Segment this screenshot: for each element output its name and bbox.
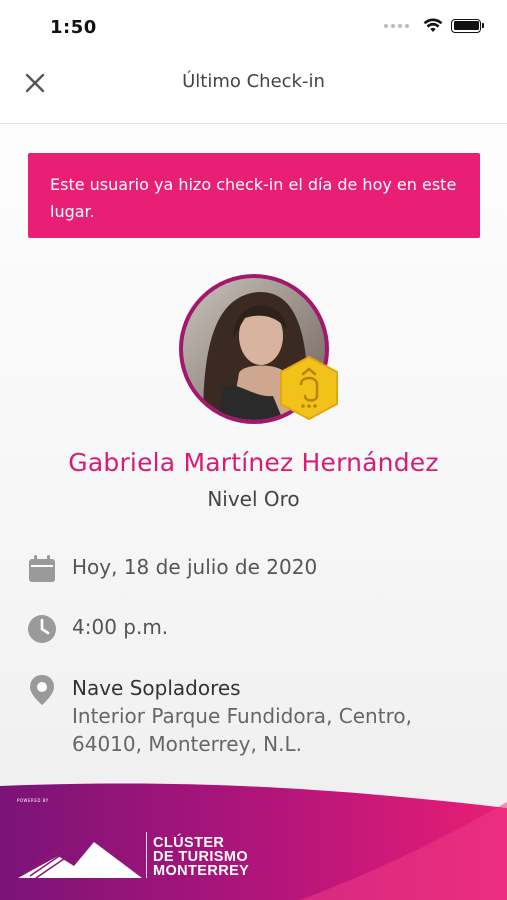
battery-icon (451, 18, 484, 33)
profile-avatar-group (179, 274, 338, 424)
signal-icon (384, 23, 409, 28)
logo-divider (146, 832, 147, 878)
gold-badge-icon[interactable] (275, 354, 343, 422)
powered-by-label: POWERED BY (17, 798, 49, 803)
checkin-location-row: Nave Sopladores Interior Parque Fundidor… (26, 674, 432, 758)
brand-line-3: MONTERREY (153, 863, 250, 879)
checkin-time-row: 4:00 p.m. (26, 613, 168, 645)
status-bar: 1:50 (0, 0, 507, 56)
location-address: Interior Parque Fundidora, Centro, 64010… (72, 704, 412, 756)
cluster-brand: CLÚSTER DE TURISMO MONTERREY (153, 835, 250, 879)
status-icons (384, 18, 484, 33)
brand-line-1: CLÚSTER (153, 835, 225, 851)
calendar-icon (26, 553, 58, 585)
user-name: Gabriela Martínez Hernández (68, 448, 439, 477)
clock-icon (26, 613, 58, 645)
checkin-date: Hoy, 18 de julio de 2020 (72, 555, 318, 579)
location-pin-icon (26, 674, 58, 706)
location-name: Nave Sopladores (72, 676, 241, 700)
brand-line-2: DE TURISMO (153, 849, 249, 865)
header-bar: Último Check-in (0, 56, 507, 124)
checkin-time: 4:00 p.m. (72, 615, 169, 639)
cluster-logo-mountain-icon (18, 842, 142, 879)
checkin-date-row: Hoy, 18 de julio de 2020 (26, 553, 317, 585)
user-level: Nivel Oro (207, 487, 300, 511)
checkin-alert-banner: Este usuario ya hizo check-in el día de … (28, 153, 480, 238)
location-details: Nave Sopladores Interior Parque Fundidor… (72, 674, 432, 758)
alert-message: Este usuario ya hizo check-in el día de … (50, 175, 457, 221)
status-time: 1:50 (50, 17, 97, 38)
page-title: Último Check-in (182, 71, 325, 92)
wifi-icon (423, 18, 443, 32)
